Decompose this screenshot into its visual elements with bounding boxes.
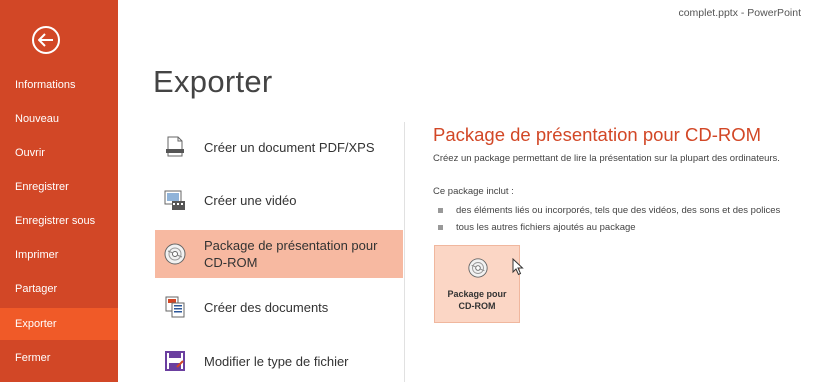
bullet-text: tous les autres fichiers ajoutés au pack…: [456, 222, 636, 233]
option-label: Package de présentation pour CD-ROM: [204, 238, 378, 270]
option-package-cd-rom[interactable]: Package de présentation pour CD-ROM: [155, 230, 403, 278]
option-create-handouts[interactable]: Créer des documents: [155, 283, 403, 331]
cd-icon: [164, 243, 186, 265]
option-label: Modifier le type de fichier: [204, 353, 349, 369]
sidebar-item-enregistrer-sous[interactable]: Enregistrer sous: [0, 205, 118, 237]
back-button[interactable]: [32, 26, 60, 54]
bullet-item: des éléments liés ou incorporés, tels qu…: [438, 205, 780, 216]
package-for-cd-button[interactable]: Package pour CD-ROM: [434, 245, 520, 323]
sidebar-item-partager[interactable]: Partager: [0, 273, 118, 305]
sidebar-item-informations[interactable]: Informations: [0, 69, 118, 101]
option-label: Créer une vidéo: [204, 192, 297, 208]
sidebar-item-exporter[interactable]: Exporter: [0, 308, 118, 340]
bullet-square-icon: [438, 224, 443, 230]
detail-title: Package de présentation pour CD-ROM: [433, 124, 762, 145]
handouts-icon: [165, 296, 185, 318]
detail-description: Créez un package permettant de lire la p…: [433, 153, 780, 164]
window-title: complet.pptx - PowerPoint: [678, 7, 801, 19]
pdf-document-icon: [166, 136, 184, 157]
package-button-label: Package pour CD-ROM: [435, 288, 519, 312]
sidebar-item-ouvrir[interactable]: Ouvrir: [0, 137, 118, 169]
option-create-pdf-xps[interactable]: Créer un document PDF/XPS: [155, 123, 403, 171]
back-arrow-icon: [38, 33, 53, 47]
package-button-label-line2: CD-ROM: [458, 301, 496, 311]
page-title: Exporter: [153, 64, 273, 99]
sidebar-item-imprimer[interactable]: Imprimer: [0, 239, 118, 271]
option-change-file-type[interactable]: Modifier le type de fichier: [155, 337, 403, 382]
bullet-text: des éléments liés ou incorporés, tels qu…: [456, 205, 781, 216]
cd-icon: [468, 258, 488, 278]
package-button-label-line1: Package pour: [447, 289, 507, 299]
bullet-item: tous les autres fichiers ajoutés au pack…: [438, 222, 636, 233]
sidebar-item-enregistrer[interactable]: Enregistrer: [0, 171, 118, 203]
option-create-video[interactable]: Créer une vidéo: [155, 176, 403, 224]
sidebar-item-nouveau[interactable]: Nouveau: [0, 103, 118, 135]
sidebar-item-fermer[interactable]: Fermer: [0, 342, 118, 374]
bullet-square-icon: [438, 207, 443, 213]
includes-label: Ce package inclut :: [433, 186, 514, 197]
option-label: Créer un document PDF/XPS: [204, 139, 375, 155]
file-type-icon: [165, 351, 185, 371]
vertical-divider: [404, 122, 405, 382]
mouse-cursor-icon: [512, 258, 524, 276]
option-label: Créer des documents: [204, 299, 329, 315]
video-icon: [164, 190, 185, 210]
backstage-sidebar: Informations Nouveau Ouvrir Enregistrer …: [0, 0, 118, 382]
